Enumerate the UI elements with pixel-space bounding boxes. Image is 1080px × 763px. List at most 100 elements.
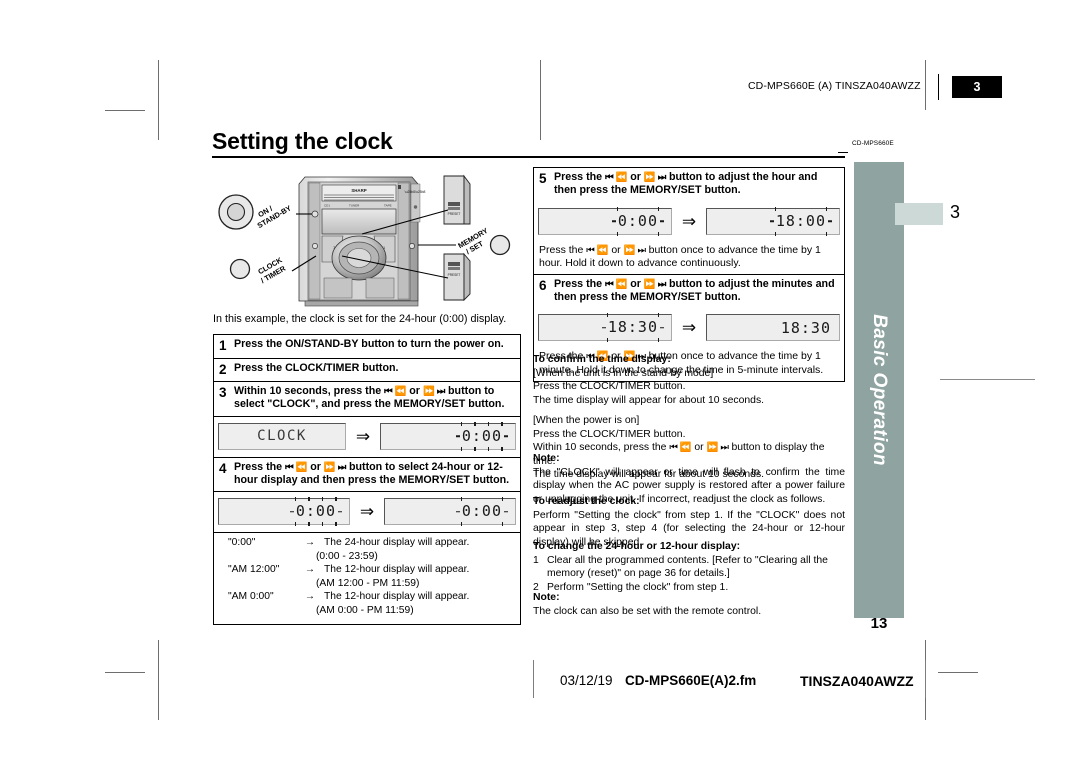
steps-5-6-box: 5 Press the ⏮ ⏪ or ⏩ ⏭ button to adjust … bbox=[533, 167, 845, 382]
step-5-note: Press the ⏮ ⏪ or ⏩ ⏭ button once to adva… bbox=[534, 242, 844, 275]
format-value-3: "AM 0:00" bbox=[228, 591, 274, 603]
lcd-value-step4-right: 0:00 bbox=[461, 502, 502, 521]
confirm-heading: To confirm the time display: bbox=[533, 354, 671, 365]
header-divider bbox=[938, 74, 939, 100]
step-5-note-before: Press the bbox=[539, 243, 587, 256]
skip-forward-icon: ⏩ ⏭ bbox=[323, 461, 346, 473]
confirm-line-1: [When the unit is in the stand-by mode] bbox=[533, 367, 714, 379]
step-5-note-mid: or bbox=[608, 243, 624, 256]
flash-ticks-bottom-step4left bbox=[294, 522, 337, 527]
display-arrow-step-6: ⇒ bbox=[681, 318, 697, 338]
footer-date: 03/12/19 bbox=[560, 673, 613, 688]
lcd-value-clock: CLOCK bbox=[257, 428, 307, 445]
step-text-5: Press the ⏮ ⏪ or ⏩ ⏭ button to adjust th… bbox=[554, 171, 839, 198]
lcd-panel-step6-left: 18:30 bbox=[538, 313, 672, 343]
step-row-3: 3 Within 10 seconds, press the ⏮ ⏪ or ⏩ … bbox=[214, 382, 520, 417]
step-4-text-mid: or bbox=[307, 460, 324, 473]
chapter-side-tab: Basic Operation bbox=[854, 162, 904, 618]
step-text-1: Press the ON/STAND-BY button to turn the… bbox=[234, 338, 504, 350]
format-range-2: (AM 12:00 - PM 11:59) bbox=[316, 577, 420, 589]
flashing-indicator-step5-right: 18:00 bbox=[771, 206, 831, 236]
step-number-3: 3 bbox=[219, 385, 227, 401]
skip-back-icon: ⏮ ⏪ bbox=[605, 172, 628, 183]
lcd-value-step6-right: 18:30 bbox=[780, 318, 831, 337]
step-row-6: 6 Press the ⏮ ⏪ or ⏩ ⏭ button to adjust … bbox=[534, 275, 844, 309]
confirm-line-2: Press the CLOCK/TIMER button. bbox=[533, 381, 686, 393]
flash-ticks-bottom-step5right bbox=[774, 231, 827, 236]
format-row-1: "0:00" → The 24-hour display will appear… bbox=[220, 536, 514, 550]
crop-mark-top-right-v bbox=[925, 60, 926, 110]
chapter-side-tab-label: Basic Operation bbox=[869, 314, 890, 466]
display-arrow-step-4: ⇒ bbox=[359, 502, 375, 522]
manual-page: CD-MPS660E (A) TINSZA040AWZZ 3 Setting t… bbox=[0, 0, 1080, 763]
display-format-table: "0:00" → The 24-hour display will appear… bbox=[214, 533, 520, 623]
format-result-1: The 24-hour display will appear. bbox=[324, 537, 470, 549]
format-value-2: "AM 12:00" bbox=[228, 564, 280, 576]
header-page-badge: 3 bbox=[952, 76, 1002, 98]
header-document-code: CD-MPS660E (A) TINSZA040AWZZ bbox=[748, 80, 921, 92]
display-row-step-4: 0:00 ⇒ 0:00 bbox=[214, 492, 520, 534]
svg-text:SHARP: SHARP bbox=[351, 188, 366, 193]
format-arrow-2: → bbox=[304, 564, 316, 576]
footer-divider-right bbox=[925, 660, 926, 698]
flashing-indicator-step5-left: 0:00 bbox=[613, 206, 663, 236]
display-row-step-5: 0:00 ⇒ 18:00 bbox=[534, 202, 844, 242]
lcd-value-step5-left: 0:00 bbox=[617, 211, 658, 230]
lcd-value-step6-left: 18:30 bbox=[607, 318, 658, 337]
svg-text:PRESET: PRESET bbox=[448, 212, 461, 216]
step-number-6: 6 bbox=[539, 277, 547, 293]
step-row-2: 2 Press the CLOCK/TIMER button. bbox=[214, 359, 520, 383]
step-number-5: 5 bbox=[539, 171, 547, 186]
lcd-value-step3-result: 0:00 bbox=[461, 426, 502, 445]
format-value-1: "0:00" bbox=[228, 537, 256, 549]
format-arrow-1: → bbox=[304, 537, 316, 549]
flash-ticks-top-step3 bbox=[460, 421, 503, 426]
lcd-panel-step4-left: 0:00 bbox=[218, 497, 350, 527]
confirm-line-4: [When the power is on] bbox=[533, 415, 640, 427]
format-arrow-3: → bbox=[304, 591, 316, 603]
skip-forward-icon: ⏩ ⏭ bbox=[643, 172, 666, 183]
svg-text:\u25b8\u25b8: \u25b8\u25b8 bbox=[405, 190, 426, 194]
svg-text:CD1: CD1 bbox=[324, 204, 330, 208]
model-tag-leader bbox=[838, 152, 848, 153]
page-title: Setting the clock bbox=[212, 128, 393, 154]
chapter-chip bbox=[895, 203, 943, 225]
display-row-step-6: 18:30 ⇒ 18:30 bbox=[534, 308, 844, 348]
step-text-6: Press the ⏮ ⏪ or ⏩ ⏭ button to adjust th… bbox=[554, 278, 839, 305]
skip-back-icon: ⏮ ⏪ bbox=[605, 278, 628, 290]
lcd-panel-step4-right: 0:00 bbox=[384, 497, 516, 527]
svg-text:TAPE: TAPE bbox=[384, 204, 392, 208]
readjust-heading: To readjust the clock: bbox=[533, 496, 640, 507]
lcd-panel-step5-left: 0:00 bbox=[538, 206, 672, 236]
confirm-spacer bbox=[533, 407, 845, 414]
model-tag-label: CD-MPS660E bbox=[852, 140, 894, 147]
step-row-5: 5 Press the ⏮ ⏪ or ⏩ ⏭ button to adjust … bbox=[534, 168, 844, 202]
lcd-panel-step5-right: 18:00 bbox=[706, 206, 840, 236]
note-2-body: The clock can also be set with the remot… bbox=[533, 605, 762, 617]
display-arrow-step-3: ⇒ bbox=[355, 426, 371, 446]
format-result-2: The 12-hour display will appear. bbox=[324, 564, 470, 576]
change-heading: To change the 24-hour or 12-hour display… bbox=[533, 541, 741, 552]
flash-ticks-bottom-step6left bbox=[606, 338, 659, 343]
flash-ticks-top-step5left bbox=[616, 206, 659, 211]
stereo-diagram-svg: SHARP CD1 TUNER TAPE 7 1 \u25b8\u25b8 ON… bbox=[218, 174, 511, 307]
step-3-text-mid: or bbox=[406, 385, 423, 398]
change-display-block: To change the 24-hour or 12-hour display… bbox=[533, 540, 845, 594]
step-5-text-mid: or bbox=[627, 171, 644, 183]
step-text-3: Within 10 seconds, press the ⏮ ⏪ or ⏩ ⏭ … bbox=[234, 385, 515, 412]
lcd-value-step5-right: 18:00 bbox=[775, 211, 826, 230]
format-result-3: The 12-hour display will appear. bbox=[324, 591, 470, 603]
flashing-indicator-step6-left: 18:30 bbox=[603, 313, 663, 343]
skip-back-icon: ⏮ ⏪ bbox=[586, 244, 609, 256]
step-number-2: 2 bbox=[219, 361, 227, 377]
confirm-line-3: The time display will appear for about 1… bbox=[533, 394, 765, 406]
note-1-heading: Note: bbox=[533, 453, 560, 464]
chapter-number: 3 bbox=[950, 202, 961, 222]
crop-mark-mid-v bbox=[540, 60, 541, 140]
lcd-value-step4-left: 0:00 bbox=[295, 502, 336, 521]
step-number-4: 4 bbox=[219, 460, 227, 476]
side-rule bbox=[940, 379, 1035, 380]
chapter-side-tab-page-number: 13 bbox=[870, 615, 888, 632]
confirm-line-5: Press the CLOCK/TIMER button. bbox=[533, 428, 686, 440]
flash-ticks-top-step4right bbox=[460, 497, 503, 502]
